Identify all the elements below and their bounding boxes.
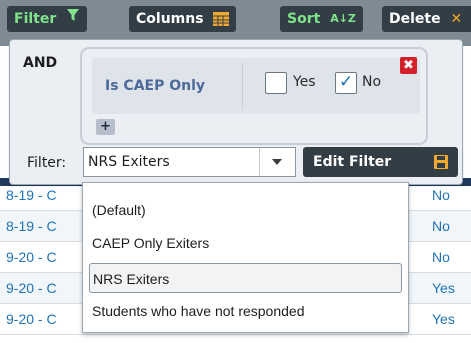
table-cell-value: Yes: [432, 311, 455, 327]
table-cell-value: No: [432, 249, 450, 265]
columns-grid-icon: [213, 6, 230, 35]
divider: [242, 62, 243, 110]
filter-panel: AND Is CAEP Only Yes ✓ No ✖ + Filter: NR…: [9, 39, 463, 185]
columns-button-label: Columns: [136, 11, 204, 27]
no-checkbox[interactable]: ✓: [335, 72, 357, 94]
remove-condition-icon[interactable]: ✖: [400, 57, 417, 74]
sort-button-label: Sort: [287, 11, 321, 27]
filter-condition: Is CAEP Only Yes ✓ No: [92, 58, 420, 114]
chevron-down-icon[interactable]: [259, 148, 295, 176]
group-operator-label[interactable]: AND: [23, 55, 57, 71]
table-cell-date[interactable]: 8-19 - C: [6, 211, 57, 242]
table-cell-date[interactable]: 9-20 - C: [6, 304, 57, 335]
edit-filter-label: Edit Filter: [313, 154, 392, 170]
sort-button[interactable]: Sort A↓Z: [280, 6, 363, 32]
table-cell-date[interactable]: 9-20 - C: [6, 242, 57, 273]
yes-checkbox-label: Yes: [293, 74, 316, 90]
dropdown-option[interactable]: Students who have not responded: [89, 296, 402, 326]
condition-field-label[interactable]: Is CAEP Only: [105, 78, 205, 94]
yes-checkbox[interactable]: [265, 72, 287, 94]
filter-group: Is CAEP Only Yes ✓ No ✖ +: [80, 47, 428, 145]
sort-alpha-icon: A↓Z: [330, 12, 356, 25]
edit-filter-button[interactable]: Edit Filter: [303, 147, 458, 177]
saved-filter-dropdown: (Default) CAEP Only Exiters NRS Exiters …: [82, 182, 409, 333]
dropdown-option[interactable]: CAEP Only Exiters: [89, 228, 402, 258]
no-checkbox-label: No: [362, 74, 382, 90]
add-condition-button[interactable]: +: [96, 119, 115, 135]
filter-select-label: Filter:: [27, 155, 67, 171]
delete-x-icon: ✕: [450, 11, 463, 27]
table-cell-date[interactable]: 9-20 - C: [6, 273, 57, 304]
saved-filter-value: NRS Exiters: [88, 154, 170, 170]
columns-button[interactable]: Columns: [129, 6, 237, 35]
dropdown-option-selected[interactable]: NRS Exiters: [89, 263, 402, 293]
filter-funnel-icon: [66, 6, 80, 32]
table-cell-value: Yes: [432, 280, 455, 296]
dropdown-option[interactable]: (Default): [89, 195, 402, 225]
filter-button[interactable]: Filter: [7, 6, 88, 32]
saved-filter-select[interactable]: NRS Exiters: [83, 147, 296, 177]
table-cell-value: No: [432, 218, 450, 234]
filter-button-label: Filter: [14, 11, 57, 27]
save-disk-icon: [434, 147, 448, 180]
delete-button[interactable]: Delete ✕: [382, 6, 471, 32]
checkmark-icon: ✓: [339, 72, 354, 92]
delete-button-label: Delete: [389, 11, 441, 27]
